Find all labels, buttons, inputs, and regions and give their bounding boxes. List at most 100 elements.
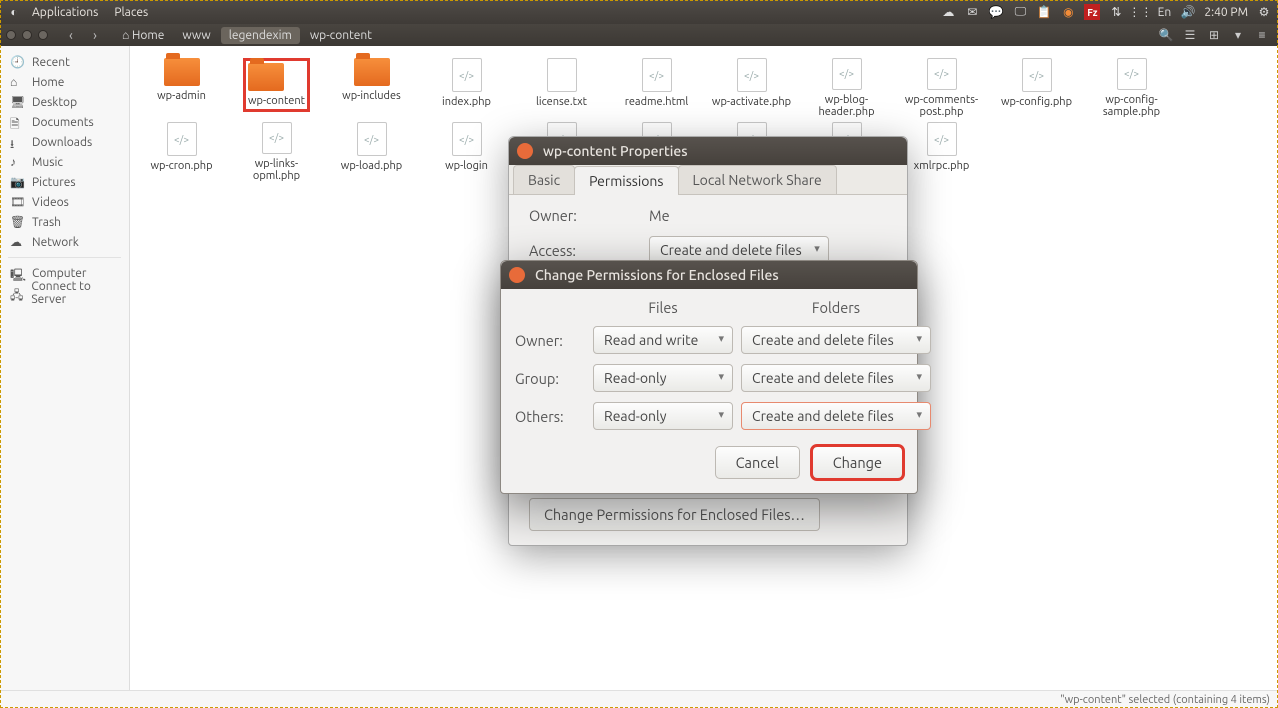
sidebar-item-home[interactable]: ⌂Home — [0, 72, 129, 92]
script-file-icon: </> — [927, 122, 957, 156]
folder-icon — [248, 63, 284, 91]
clock-icon: 🕘 — [10, 55, 24, 69]
owner-folders-dropdown[interactable]: Create and delete files — [741, 326, 931, 354]
crumb-home[interactable]: ⌂ Home — [114, 26, 172, 44]
gear-icon[interactable]: ⚙ — [1256, 4, 1272, 20]
crumb-wp-content[interactable]: wp-content — [302, 27, 380, 44]
ubuntu-logo-icon: ◐ — [6, 4, 22, 20]
file-item[interactable]: </>wp-activate.php — [704, 56, 799, 118]
network-icon: ☁ — [10, 235, 24, 249]
places-sidebar: 🕘Recent ⌂Home 🖥Desktop 🗎Documents ⭳Downl… — [0, 46, 130, 690]
file-manager-toolbar: ‹ › ⌂ Home www legendexim wp-content 🔍 ☰… — [0, 24, 1278, 46]
change-enclosed-permissions-button[interactable]: Change Permissions for Enclosed Files… — [529, 498, 820, 531]
mail-icon[interactable]: ✉ — [964, 4, 980, 20]
chat-icon[interactable]: 💬 — [988, 4, 1004, 20]
pictures-icon: 📷 — [10, 175, 24, 189]
hamburger-icon[interactable]: ≡ — [1252, 26, 1272, 44]
network-icon[interactable]: ⇅ — [1108, 4, 1124, 20]
file-item[interactable]: wp-admin — [134, 56, 229, 118]
script-file-icon: </> — [927, 58, 957, 90]
notes-icon[interactable]: 📋 — [1036, 4, 1052, 20]
sidebar-item-documents[interactable]: 🗎Documents — [0, 112, 129, 132]
file-item[interactable]: </>wp-load.php — [324, 120, 419, 182]
script-file-icon: </> — [167, 122, 197, 156]
file-label: wp-includes — [342, 90, 401, 102]
file-item[interactable]: </>wp-config-sample.php — [1084, 56, 1179, 118]
sidebar-item-music[interactable]: ♪Music — [0, 152, 129, 172]
list-view-icon[interactable]: ☰ — [1180, 26, 1200, 44]
file-item[interactable]: </>wp-links-opml.php — [229, 120, 324, 182]
close-icon[interactable] — [517, 143, 533, 159]
close-window-icon[interactable] — [6, 30, 16, 40]
others-files-dropdown[interactable]: Read-only — [593, 402, 733, 430]
server-icon: 🖧 — [10, 286, 23, 300]
sidebar-item-recent[interactable]: 🕘Recent — [0, 52, 129, 72]
sidebar-item-videos[interactable]: 🎞Videos — [0, 192, 129, 212]
change-permissions-title[interactable]: Change Permissions for Enclosed Files — [501, 261, 917, 289]
file-item[interactable]: </>wp-config.php — [989, 56, 1084, 118]
search-icon[interactable]: 🔍 — [1156, 26, 1176, 44]
row-owner-label: Owner: — [515, 332, 585, 349]
sidebar-item-desktop[interactable]: 🖥Desktop — [0, 92, 129, 112]
weather-icon[interactable]: ☁ — [940, 4, 956, 20]
script-file-icon: </> — [642, 58, 672, 92]
file-item[interactable]: </>wp-login — [419, 120, 514, 182]
firefox-icon[interactable]: ◉ — [1060, 4, 1076, 20]
nav-back-button[interactable]: ‹ — [62, 26, 80, 44]
access-label: Access: — [529, 242, 649, 259]
sidebar-item-downloads[interactable]: ⭳Downloads — [0, 132, 129, 152]
file-item[interactable]: wp-includes — [324, 56, 419, 118]
file-label: wp-load.php — [341, 160, 402, 172]
text-file-icon — [547, 58, 577, 92]
tab-basic[interactable]: Basic — [513, 165, 575, 194]
script-file-icon: </> — [262, 122, 292, 154]
nav-forward-button[interactable]: › — [86, 26, 104, 44]
file-item[interactable]: </>wp-blog-header.php — [799, 56, 894, 118]
file-item[interactable]: </>index.php — [419, 56, 514, 118]
file-label: wp-login — [445, 160, 488, 172]
sidebar-item-connect-server[interactable]: 🖧Connect to Server — [0, 283, 129, 303]
grid-view-icon[interactable]: ⊞ — [1204, 26, 1224, 44]
folder-icon — [354, 58, 390, 86]
crumb-www[interactable]: www — [174, 27, 218, 44]
sidebar-item-trash[interactable]: 🗑Trash — [0, 212, 129, 232]
owner-value: Me — [649, 207, 670, 224]
minimize-window-icon[interactable] — [22, 30, 32, 40]
clock[interactable]: 2:40 PM — [1204, 6, 1248, 19]
file-item[interactable]: </> readme.html — [609, 56, 704, 118]
column-header-files: Files — [593, 299, 733, 316]
status-text: "wp-content" selected (containing 4 item… — [1060, 694, 1270, 706]
file-label: xmlrpc.php — [914, 160, 970, 172]
language-indicator[interactable]: En — [1156, 4, 1172, 20]
zoom-down-icon[interactable]: ▾ — [1228, 26, 1248, 44]
menu-places[interactable]: Places — [108, 6, 154, 19]
file-label: readme.html — [625, 96, 689, 108]
sidebar-item-pictures[interactable]: 📷Pictures — [0, 172, 129, 192]
volume-icon[interactable]: 🔊 — [1180, 4, 1196, 20]
others-folders-dropdown[interactable]: Create and delete files — [741, 402, 931, 430]
maximize-window-icon[interactable] — [38, 30, 48, 40]
file-item[interactable]: license.txt — [514, 56, 609, 118]
file-item[interactable]: </> xmlrpc.php — [894, 120, 989, 182]
owner-files-dropdown[interactable]: Read and write — [593, 326, 733, 354]
wifi-icon[interactable]: ⋮⋮ — [1132, 4, 1148, 20]
file-label: wp-cron.php — [150, 160, 212, 172]
change-button[interactable]: Change — [812, 446, 903, 479]
menu-applications[interactable]: Applications — [26, 6, 104, 19]
properties-dialog-title[interactable]: wp-content Properties — [509, 137, 907, 165]
file-item[interactable]: </>wp-comments-post.php — [894, 56, 989, 118]
tab-local-network-share[interactable]: Local Network Share — [678, 165, 837, 194]
close-icon[interactable] — [509, 267, 525, 283]
file-item[interactable]: </> wp-cron.php — [134, 120, 229, 182]
tab-permissions[interactable]: Permissions — [574, 166, 678, 195]
group-folders-dropdown[interactable]: Create and delete files — [741, 364, 931, 392]
filezilla-icon[interactable]: Fz — [1084, 4, 1100, 20]
crumb-legendexim[interactable]: legendexim — [221, 27, 300, 44]
cancel-button[interactable]: Cancel — [715, 446, 800, 479]
group-files-dropdown[interactable]: Read-only — [593, 364, 733, 392]
script-file-icon: </> — [832, 58, 862, 90]
sidebar-item-network[interactable]: ☁Network — [0, 232, 129, 252]
file-item[interactable]: wp-content — [229, 56, 324, 118]
folder-icon — [164, 58, 200, 86]
display-icon[interactable]: 🖵 — [1012, 4, 1028, 20]
